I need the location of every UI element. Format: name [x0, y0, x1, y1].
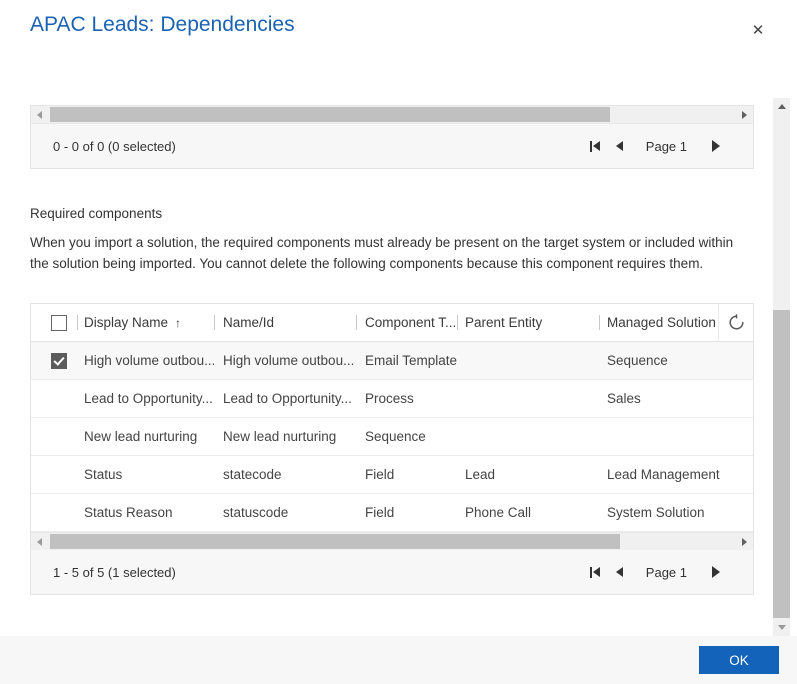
- sort-ascending-icon: ↑: [175, 315, 182, 330]
- table-row[interactable]: Status Reason statuscode Field Phone Call Sy…: [31, 494, 753, 532]
- row-checkbox[interactable]: [50, 352, 67, 369]
- close-icon[interactable]: ✕: [745, 17, 771, 43]
- row-checkbox-cell[interactable]: [31, 494, 86, 531]
- previous-page-icon[interactable]: [608, 132, 632, 160]
- row-checkbox[interactable]: [50, 390, 67, 407]
- scroll-right-icon[interactable]: [736, 106, 753, 123]
- column-header-display-name-label: Display Name: [84, 315, 169, 330]
- window-scroll-thumb[interactable]: [773, 310, 790, 618]
- required-components-grid: Display Name ↑ Name/Id Component T... Pa…: [30, 303, 754, 595]
- cell-display-name: High volume outbou...: [84, 353, 214, 368]
- next-page-icon[interactable]: [701, 558, 731, 586]
- cell-display-name: Status: [84, 467, 123, 482]
- next-page-icon[interactable]: [701, 132, 731, 160]
- required-components-heading: Required components: [30, 206, 163, 221]
- cell-parent-entity: [465, 380, 595, 417]
- grid-rows: High volume outbou... High volume outbou.…: [31, 342, 753, 532]
- cell-parent-entity: Phone Call: [465, 505, 532, 520]
- cell-managed-solution: Sequence: [607, 353, 668, 368]
- cell-display-name: Status Reason: [84, 505, 173, 520]
- refresh-spinner-icon[interactable]: [718, 304, 753, 341]
- upper-pager-nav: Page 1: [584, 132, 731, 160]
- record-count: 1 - 5 of 5 (1 selected): [53, 564, 176, 580]
- row-checkbox-cell[interactable]: [31, 342, 86, 379]
- cell-component-type: Field: [365, 505, 395, 520]
- grid-header-row: Display Name ↑ Name/Id Component T... Pa…: [31, 304, 753, 342]
- upper-grid-pager: 0 - 0 of 0 (0 selected) Page 1: [31, 124, 753, 168]
- previous-page-icon[interactable]: [608, 558, 632, 586]
- cell-display-name: Lead to Opportunity...: [84, 391, 213, 406]
- grid-scroll-thumb[interactable]: [50, 534, 620, 549]
- row-checkbox[interactable]: [50, 466, 67, 483]
- column-header-managed-solution-label: Managed Solution: [607, 315, 716, 330]
- cell-parent-entity: [465, 342, 595, 379]
- cell-managed-solution: Lead Management: [607, 467, 720, 482]
- cell-component-type: Process: [365, 391, 414, 406]
- row-checkbox-cell[interactable]: [31, 456, 86, 493]
- table-row[interactable]: Lead to Opportunity... Lead to Opportunit…: [31, 380, 753, 418]
- page-title: APAC Leads: Dependencies: [30, 13, 295, 36]
- cell-managed-solution: System Solution: [607, 505, 705, 520]
- pager-nav: Page 1: [584, 558, 731, 586]
- table-row[interactable]: Status statecode Field Lead Lead Management: [31, 456, 753, 494]
- ok-button[interactable]: OK: [699, 646, 779, 674]
- cell-parent-entity: Lead: [465, 467, 496, 482]
- column-header-name-id[interactable]: Name/Id: [223, 304, 355, 341]
- grid-pager: 1 - 5 of 5 (1 selected) Page 1: [31, 550, 753, 594]
- column-header-component-type-label: Component T...: [365, 315, 455, 330]
- row-checkbox[interactable]: [50, 504, 67, 521]
- row-checkbox-cell[interactable]: [31, 418, 86, 455]
- cell-managed-solution: Sales: [607, 391, 641, 406]
- cell-name-id: statecode: [223, 467, 282, 482]
- cell-component-type: Sequence: [365, 429, 426, 444]
- first-page-icon[interactable]: [584, 558, 608, 586]
- scroll-down-icon[interactable]: [773, 619, 790, 636]
- required-components-description: When you import a solution, the required…: [30, 235, 734, 271]
- cell-name-id: High volume outbou...: [223, 353, 353, 368]
- grid-horizontal-scrollbar[interactable]: [31, 532, 753, 550]
- scroll-up-icon[interactable]: [773, 98, 790, 115]
- cell-name-id: New lead nurturing: [223, 429, 337, 444]
- dialog-body: 0 - 0 of 0 (0 selected) Page 1 Required …: [0, 90, 772, 636]
- row-checkbox-cell[interactable]: [31, 380, 86, 417]
- column-header-parent-entity[interactable]: Parent Entity: [465, 304, 595, 341]
- dialog-footer: OK: [0, 636, 797, 684]
- column-header-name-id-label: Name/Id: [223, 315, 275, 330]
- column-header-display-name[interactable]: Display Name ↑: [84, 304, 242, 341]
- scroll-left-icon[interactable]: [31, 106, 48, 123]
- dialog-header: APAC Leads: Dependencies ✕: [0, 0, 797, 90]
- table-row[interactable]: High volume outbou... High volume outbou.…: [31, 342, 753, 380]
- table-row[interactable]: New lead nurturing New lead nurturing Sequ…: [31, 418, 753, 456]
- column-header-component-type[interactable]: Component T...: [365, 304, 455, 341]
- page-label: Page 1: [645, 564, 687, 580]
- cell-managed-solution: [607, 418, 747, 455]
- cell-component-type: Field: [365, 467, 395, 482]
- cell-name-id: Lead to Opportunity...: [223, 391, 352, 406]
- select-all-checkbox[interactable]: [50, 314, 67, 331]
- cell-parent-entity: [465, 418, 595, 455]
- cell-component-type: Email Template: [365, 353, 458, 368]
- window-vertical-scrollbar[interactable]: [773, 98, 790, 636]
- cell-display-name: New lead nurturing: [84, 429, 198, 444]
- first-page-icon[interactable]: [584, 132, 608, 160]
- scroll-left-icon[interactable]: [31, 533, 48, 550]
- cell-name-id: statuscode: [223, 505, 289, 520]
- upper-page-label: Page 1: [645, 138, 687, 154]
- row-checkbox[interactable]: [50, 428, 67, 445]
- scroll-right-icon[interactable]: [736, 533, 753, 550]
- upper-record-count: 0 - 0 of 0 (0 selected): [53, 138, 176, 154]
- upper-grid-horizontal-scrollbar[interactable]: [31, 106, 753, 124]
- upper-scroll-thumb[interactable]: [50, 107, 610, 122]
- upper-grid-panel: 0 - 0 of 0 (0 selected) Page 1: [30, 105, 754, 169]
- column-header-parent-entity-label: Parent Entity: [465, 315, 543, 330]
